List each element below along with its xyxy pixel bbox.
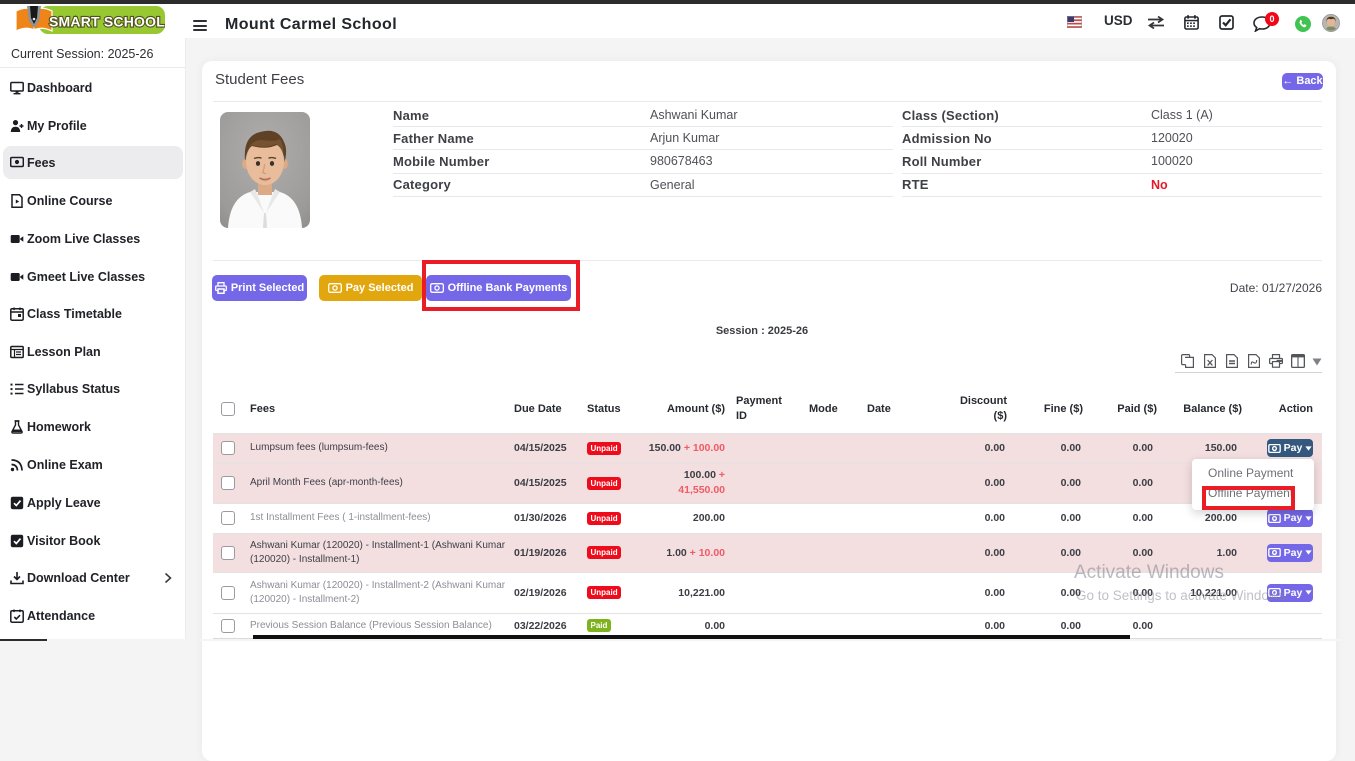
svg-text:SMART SCHOOL: SMART SCHOOL [49, 14, 165, 30]
